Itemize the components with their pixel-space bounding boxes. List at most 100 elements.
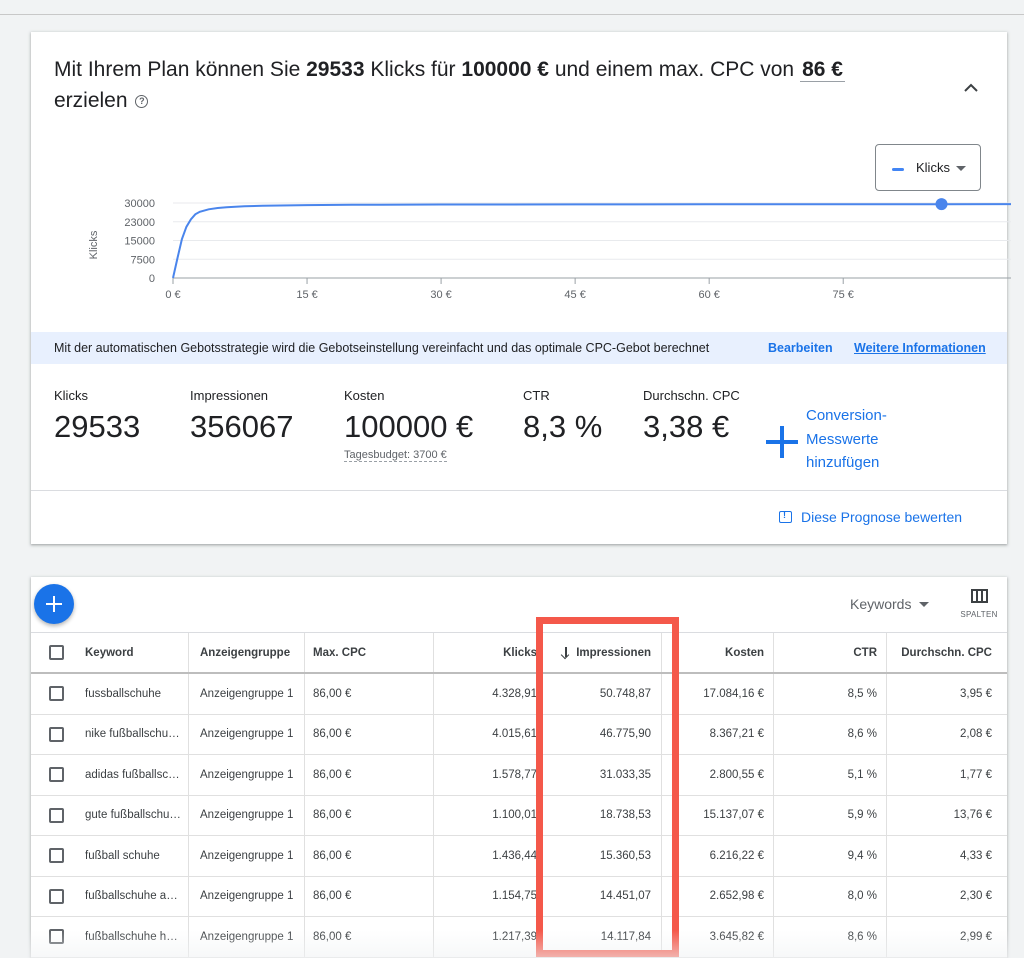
y-tick-label: 7500 xyxy=(131,254,155,266)
row-checkbox[interactable] xyxy=(49,674,69,714)
x-tick-label: 30 € xyxy=(430,289,451,301)
forecast-card: Mit Ihrem Plan können Sie 29533 Klicks f… xyxy=(31,32,1014,544)
col-max-cpc[interactable]: Max. CPC xyxy=(304,633,433,672)
keyword-table-card: Keywords SPALTEN Keyword Anzeigengruppe … xyxy=(31,577,1007,958)
metric-avg-cpc: Durchschn. CPC 3,38 € xyxy=(643,388,740,445)
add-button[interactable] xyxy=(34,584,74,624)
cell-ctr: 8,0 % xyxy=(773,876,886,916)
x-tick-label: 75 € xyxy=(833,289,854,301)
col-impressions[interactable]: Impressionen xyxy=(537,633,661,672)
col-cost[interactable]: Kosten xyxy=(661,633,773,672)
table-row[interactable]: fußballschuhe h… Anzeigengruppe 1 86,00 €1… xyxy=(31,917,1007,958)
clicks-series-line xyxy=(172,203,1014,279)
table-row[interactable]: adidas fußballsc… Anzeigengruppe 1 86,00 €… xyxy=(31,755,1007,796)
cell-keyword[interactable]: fussballschuhe xyxy=(85,674,188,714)
cell-impressions: 14.451,07 xyxy=(537,876,661,916)
columns-label: SPALTEN xyxy=(960,610,998,619)
cell-keyword[interactable]: fußballschuhe h… xyxy=(85,917,188,957)
row-checkbox[interactable] xyxy=(49,877,69,917)
cell-max-cpc: 86,00 € xyxy=(304,836,433,876)
sort-arrow-down-icon xyxy=(561,647,570,658)
row-checkbox[interactable] xyxy=(49,755,69,795)
cell-clicks: 1.578,77 xyxy=(433,755,537,795)
cell-avg-cpc: 2,08 € xyxy=(886,714,1007,754)
table-row[interactable]: nike fußballschu… Anzeigengruppe 1 86,00 €… xyxy=(31,714,1007,755)
cell-max-cpc: 86,00 € xyxy=(304,714,433,754)
cell-clicks: 1.436,44 xyxy=(433,836,537,876)
banner-message: Mit der automatischen Gebotsstrategie wi… xyxy=(54,341,710,355)
series-swatch xyxy=(892,168,904,171)
cell-impressions: 46.775,90 xyxy=(537,714,661,754)
cell-adgroup: Anzeigengruppe 1 xyxy=(188,674,304,714)
metric-label: Durchschn. CPC xyxy=(643,388,740,403)
plan-budget[interactable]: 100000 € xyxy=(461,58,549,81)
cell-max-cpc: 86,00 € xyxy=(304,755,433,795)
help-icon[interactable]: ? xyxy=(135,95,149,108)
metric-value: 29533 xyxy=(54,409,141,444)
y-tick-label: 0 xyxy=(149,273,155,285)
cell-clicks: 1.154,75 xyxy=(433,876,537,916)
col-keyword[interactable]: Keyword xyxy=(85,633,188,672)
table-row[interactable]: gute fußballschu… Anzeigengruppe 1 86,00 €… xyxy=(31,795,1007,836)
table-row[interactable]: fussballschuhe Anzeigengruppe 1 86,00 €4.3… xyxy=(31,674,1007,715)
cell-impressions: 50.748,87 xyxy=(537,674,661,714)
add-conversion-label: Conversion-Messwerte hinzufügen xyxy=(806,407,887,471)
forecast-chart[interactable]: 30000 23000 15000 7500 0 0 € 15 € 30 € 45 € 60 € 7… xyxy=(51,187,1014,337)
col-adgroup[interactable]: Anzeigengruppe xyxy=(188,633,304,672)
chevron-up-icon[interactable] xyxy=(959,76,983,100)
metric-value: 356067 xyxy=(190,409,294,444)
cell-cost: 6.216,22 € xyxy=(661,836,773,876)
plan-mid1: Klicks für xyxy=(364,58,462,81)
cell-max-cpc: 86,00 € xyxy=(304,795,433,835)
columns-icon xyxy=(970,589,988,603)
cell-keyword[interactable]: nike fußballschu… xyxy=(85,715,188,755)
view-dropdown[interactable]: Keywords xyxy=(850,596,930,612)
daily-budget[interactable]: Tagesbudget: 3700 € xyxy=(344,449,447,462)
metric-value: 100000 € xyxy=(344,409,474,444)
table-header: Keyword Anzeigengruppe Max. CPC Klicks I… xyxy=(31,632,1007,674)
col-impressions-label: Impressionen xyxy=(576,646,651,659)
select-all-checkbox[interactable] xyxy=(49,633,69,672)
rate-forecast-label: Diese Prognose bewerten xyxy=(801,509,963,525)
col-clicks[interactable]: Klicks xyxy=(433,633,537,672)
add-conversion-button[interactable]: Conversion-Messwerte hinzufügen xyxy=(766,404,916,476)
table-row[interactable]: fußballschuhe a… Anzeigengruppe 1 86,00 €1… xyxy=(31,876,1007,917)
cell-keyword[interactable]: adidas fußballsc… xyxy=(85,755,188,795)
cell-keyword[interactable]: gute fußballschu… xyxy=(85,796,188,836)
y-tick-label: 23000 xyxy=(124,217,155,229)
cell-ctr: 8,6 % xyxy=(773,714,886,754)
edit-link[interactable]: Bearbeiten xyxy=(768,341,833,355)
metric-label: Klicks xyxy=(54,388,88,403)
row-checkbox[interactable] xyxy=(49,796,69,836)
metric-clicks: Klicks 29533 xyxy=(54,388,140,445)
metric-cost: Kosten 100000 € Tagesbudget: 3700 € xyxy=(344,388,473,463)
col-ctr[interactable]: CTR xyxy=(773,633,886,672)
caret-down-icon xyxy=(919,602,930,607)
plan-mid2: und einem max. CPC von xyxy=(548,58,795,81)
chart-marker[interactable] xyxy=(935,198,948,211)
cell-keyword[interactable]: fußballschuhe a… xyxy=(85,877,188,917)
plan-clicks: 29533 xyxy=(306,58,365,81)
more-info-link[interactable]: Weitere Informationen xyxy=(854,341,986,355)
cell-keyword[interactable]: fußball schuhe xyxy=(85,836,188,876)
rate-forecast-link[interactable]: Diese Prognose bewerten xyxy=(779,509,962,525)
metric-dropdown[interactable]: Klicks xyxy=(875,144,981,191)
plan-prefix: Mit Ihrem Plan können Sie xyxy=(54,58,307,81)
row-checkbox[interactable] xyxy=(49,836,69,876)
feedback-icon xyxy=(779,510,792,523)
max-cpc-value[interactable]: 86 € xyxy=(800,58,845,82)
y-tick-label: 15000 xyxy=(124,236,155,248)
metric-label: Impressionen xyxy=(190,388,269,403)
table-row[interactable]: fußball schuhe Anzeigengruppe 1 86,00 €1.4… xyxy=(31,836,1007,877)
row-checkbox[interactable] xyxy=(49,715,69,755)
metric-value: 3,38 € xyxy=(643,409,730,444)
cell-cost: 3.645,82 € xyxy=(661,917,773,957)
cell-avg-cpc: 2,30 € xyxy=(886,876,1007,916)
columns-button[interactable]: SPALTEN xyxy=(959,589,999,625)
divider xyxy=(31,490,1007,491)
top-divider xyxy=(0,14,1024,15)
row-checkbox[interactable] xyxy=(49,917,69,957)
cell-adgroup: Anzeigengruppe 1 xyxy=(188,836,304,876)
col-avg-cpc[interactable]: Durchschn. CPC xyxy=(886,633,1007,672)
cell-clicks: 4.328,91 xyxy=(433,674,537,714)
